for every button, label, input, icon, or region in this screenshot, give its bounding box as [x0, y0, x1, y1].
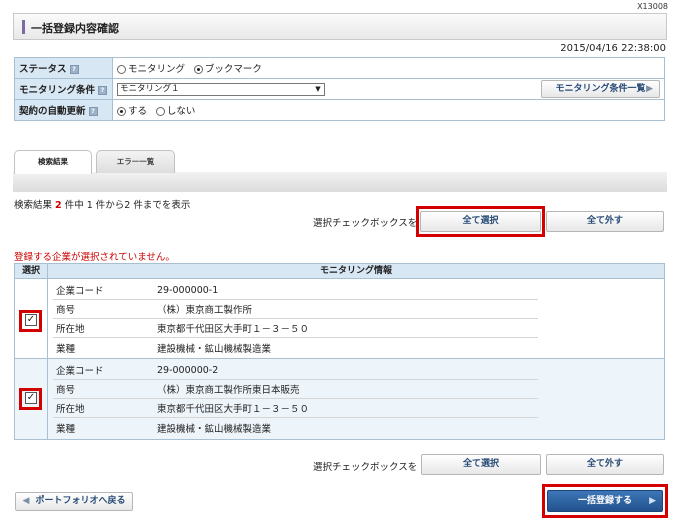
- radio-icon[interactable]: [155, 107, 165, 116]
- chevron-left-icon: ◀: [22, 496, 30, 506]
- deselect-all-button-bottom[interactable]: 全て外す: [546, 454, 664, 475]
- screen-id: X13008: [637, 2, 668, 11]
- selection-label-bottom: 選択チェックボックスを: [313, 462, 418, 473]
- datetime: 2015/04/16 22:38:00: [560, 43, 666, 54]
- highlight-box: [416, 206, 545, 237]
- field-trade-name: 商号 （株）東京商工製作所東日本販売: [53, 380, 538, 399]
- status-label: ステータス: [19, 64, 67, 75]
- auto-renew-label: 契約の自動更新: [19, 106, 86, 117]
- field-trade-name: 商号 （株）東京商工製作所: [53, 300, 538, 319]
- grid-header: 選択 モニタリング情報: [15, 264, 664, 279]
- header-monitoring-info: モニタリング情報: [319, 266, 392, 276]
- field-company-code: 企業コード 29-000000-2: [53, 361, 538, 380]
- row-info: 企業コード 29-000000-2 商号 （株）東京商工製作所東日本販売 所在地 東京…: [48, 359, 664, 439]
- chevron-right-icon: ▶: [649, 496, 656, 506]
- monitoring-list-button[interactable]: モニタリング条件一覧 ▶: [541, 80, 660, 98]
- radio-selected-icon[interactable]: [117, 107, 126, 116]
- page-title: 一括登録内容確認: [31, 22, 119, 35]
- field-company-code: 企業コード 29-000000-1: [53, 281, 538, 300]
- selection-label-top: 選択チェックボックスを: [313, 218, 418, 229]
- row-info: 企業コード 29-000000-1 商号 （株）東京商工製作所 所在地 東京都千代田区…: [48, 279, 664, 358]
- auto-renew-option-yes[interactable]: する: [117, 106, 147, 117]
- tab-error-list[interactable]: エラー一覧: [96, 150, 175, 173]
- table-row: ✓ 企業コード 29-000000-2 商号 （株）東京商工製作所東日本販売 所在地…: [15, 359, 664, 439]
- radio-icon[interactable]: [117, 65, 126, 74]
- auto-renew-label-cell: 契約の自動更新?: [14, 99, 113, 121]
- table-row: ✓ 企業コード 29-000000-1 商号 （株）東京商工製作所 所在地 東京都千代…: [15, 279, 664, 359]
- status-label-cell: ステータス?: [14, 57, 113, 79]
- title-accent-bar: [22, 20, 25, 34]
- header-select: 選択: [15, 264, 48, 278]
- deselect-all-button-top[interactable]: 全て外す: [546, 211, 664, 232]
- monitoring-select[interactable]: モニタリング１ ▼: [117, 82, 325, 96]
- status-value-cell: モニタリング ブックマーク: [112, 57, 665, 79]
- page-header: 一括登録内容確認: [13, 13, 667, 40]
- monitoring-label-cell: モニタリング条件?: [14, 78, 113, 100]
- highlight-box: [19, 310, 42, 332]
- field-address: 所在地 東京都千代田区大手町１－３－５０: [53, 319, 538, 338]
- radio-selected-icon[interactable]: [193, 65, 203, 74]
- chevron-down-icon: ▼: [315, 84, 321, 93]
- highlight-box: [19, 388, 42, 410]
- bulk-register-button[interactable]: 一括登録する ▶: [547, 490, 663, 512]
- field-industry: 業種 建設機械・鉱山機械製造業: [56, 423, 272, 435]
- tab-search-results[interactable]: 検索結果: [14, 150, 92, 174]
- result-count: 検索結果 2 件中 1 件から2 件までを表示: [14, 200, 191, 211]
- back-to-portfolio-button[interactable]: ◀ ポートフォリオへ戻る: [15, 492, 133, 511]
- results-grid: 選択 モニタリング情報 ✓ 企業コード 29-000000-1 商号 （株）東京商工…: [14, 263, 665, 440]
- select-all-button-bottom[interactable]: 全て選択: [421, 454, 541, 475]
- help-icon[interactable]: ?: [98, 86, 108, 95]
- status-option-bookmark[interactable]: ブックマーク: [193, 64, 262, 75]
- monitoring-label: モニタリング条件: [19, 85, 96, 96]
- help-icon[interactable]: ?: [69, 65, 79, 74]
- help-icon[interactable]: ?: [88, 107, 98, 116]
- chevron-right-icon: ▶: [646, 84, 653, 94]
- field-industry: 業種 建設機械・鉱山機械製造業: [56, 343, 272, 355]
- field-address: 所在地 東京都千代田区大手町１－３－５０: [53, 399, 538, 418]
- tab-bar: [13, 172, 667, 192]
- status-option-monitoring[interactable]: モニタリング: [117, 64, 185, 75]
- error-message: 登録する企業が選択されていません。: [14, 252, 175, 263]
- auto-renew-option-no[interactable]: しない: [155, 106, 195, 117]
- auto-renew-value-cell: する しない: [112, 99, 665, 121]
- monitoring-value-cell: モニタリング１ ▼: [112, 78, 535, 100]
